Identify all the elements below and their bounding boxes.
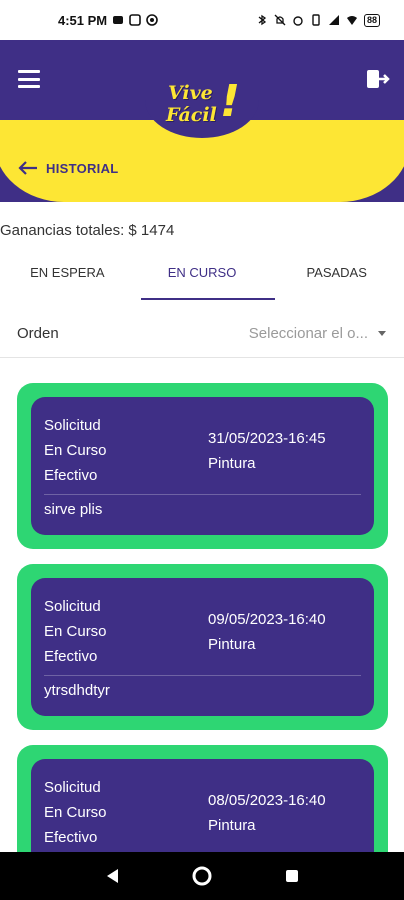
menu-icon[interactable] [18,70,40,88]
request-status: En Curso [44,804,107,821]
request-service: Pintura [208,455,256,472]
app-icon [129,14,141,26]
request-type: Solicitud [44,598,101,615]
request-info-block: 09/05/2023-16:40 Pintura [208,607,326,657]
request-type: Solicitud [44,779,101,796]
request-type: Solicitud [44,417,101,434]
request-payment: Efectivo [44,648,98,665]
arrow-left-icon [18,161,37,175]
request-status: En Curso [44,623,107,640]
request-status: En Curso [44,442,107,459]
request-service: Pintura [208,817,256,834]
request-description: sirve plis [44,501,103,518]
active-tab-indicator [141,298,275,300]
request-info-block: 31/05/2023-16:45 Pintura [208,426,326,476]
request-date: 31/05/2023-16:45 [208,430,326,447]
request-payment: Efectivo [44,829,98,846]
app-header: Vive Fácil ! HISTORIAL [0,40,404,202]
status-time: 4:51 PM [58,12,108,28]
request-status-block: Solicitud En Curso Efectivo [44,775,107,850]
request-service: Pintura [208,636,256,653]
order-select-placeholder: Seleccionar el o... [248,325,368,342]
request-description: ytrsdhdtyr [44,682,110,699]
nav-back-icon[interactable] [100,864,124,888]
app-logo: Vive Fácil ! [162,80,252,130]
order-filter-row: Orden Seleccionar el o... [0,310,404,358]
logo-line2: Fácil [166,104,217,126]
card-divider [44,675,361,676]
request-card-body: Solicitud En Curso Efectivo 08/05/2023-1… [31,759,374,852]
tab-en-espera[interactable]: EN ESPERA [0,252,135,300]
tab-pasadas[interactable]: PASADAS [269,252,404,300]
order-label: Orden [17,325,59,342]
dropdown-caret-icon [378,331,386,336]
total-earnings: Ganancias totales: $ 1474 [0,222,175,239]
logo-line1: Vive [168,82,213,104]
sync-icon [146,14,158,26]
system-nav-bar [0,852,404,900]
signal-icon [328,15,339,25]
status-bar: 4:51 PM 88 [0,0,404,40]
card-divider [44,494,361,495]
request-date: 08/05/2023-16:40 [208,792,326,809]
mute-icon [274,14,286,26]
request-date: 09/05/2023-16:40 [208,611,326,628]
request-card[interactable]: Solicitud En Curso Efectivo 08/05/2023-1… [17,745,388,852]
request-list: Solicitud En Curso Efectivo 31/05/2023-1… [0,358,404,852]
battery-level: 88 [363,13,380,27]
notification-icon [113,16,124,24]
alarm-icon [293,16,303,26]
back-label: HISTORIAL [46,160,119,176]
vibrate-icon [312,14,320,26]
request-status-block: Solicitud En Curso Efectivo [44,594,107,669]
request-info-block: 08/05/2023-16:40 Pintura [208,788,326,838]
nav-home-icon[interactable] [190,864,214,888]
wifi-icon [346,16,357,25]
bluetooth-icon [258,14,267,26]
logout-icon[interactable] [366,68,390,90]
order-select[interactable]: Seleccionar el o... [249,325,386,342]
request-card-body: Solicitud En Curso Efectivo 09/05/2023-1… [31,578,374,716]
tab-en-curso[interactable]: EN CURSO [135,252,270,300]
nav-recents-icon[interactable] [280,864,304,888]
tab-bar: EN ESPERA EN CURSO PASADAS [0,252,404,300]
request-payment: Efectivo [44,467,98,484]
request-card[interactable]: Solicitud En Curso Efectivo 31/05/2023-1… [17,383,388,549]
request-status-block: Solicitud En Curso Efectivo [44,413,107,488]
logo-mark: ! [220,76,241,127]
request-card[interactable]: Solicitud En Curso Efectivo 09/05/2023-1… [17,564,388,730]
back-button[interactable]: HISTORIAL [18,160,119,176]
request-card-body: Solicitud En Curso Efectivo 31/05/2023-1… [31,397,374,535]
